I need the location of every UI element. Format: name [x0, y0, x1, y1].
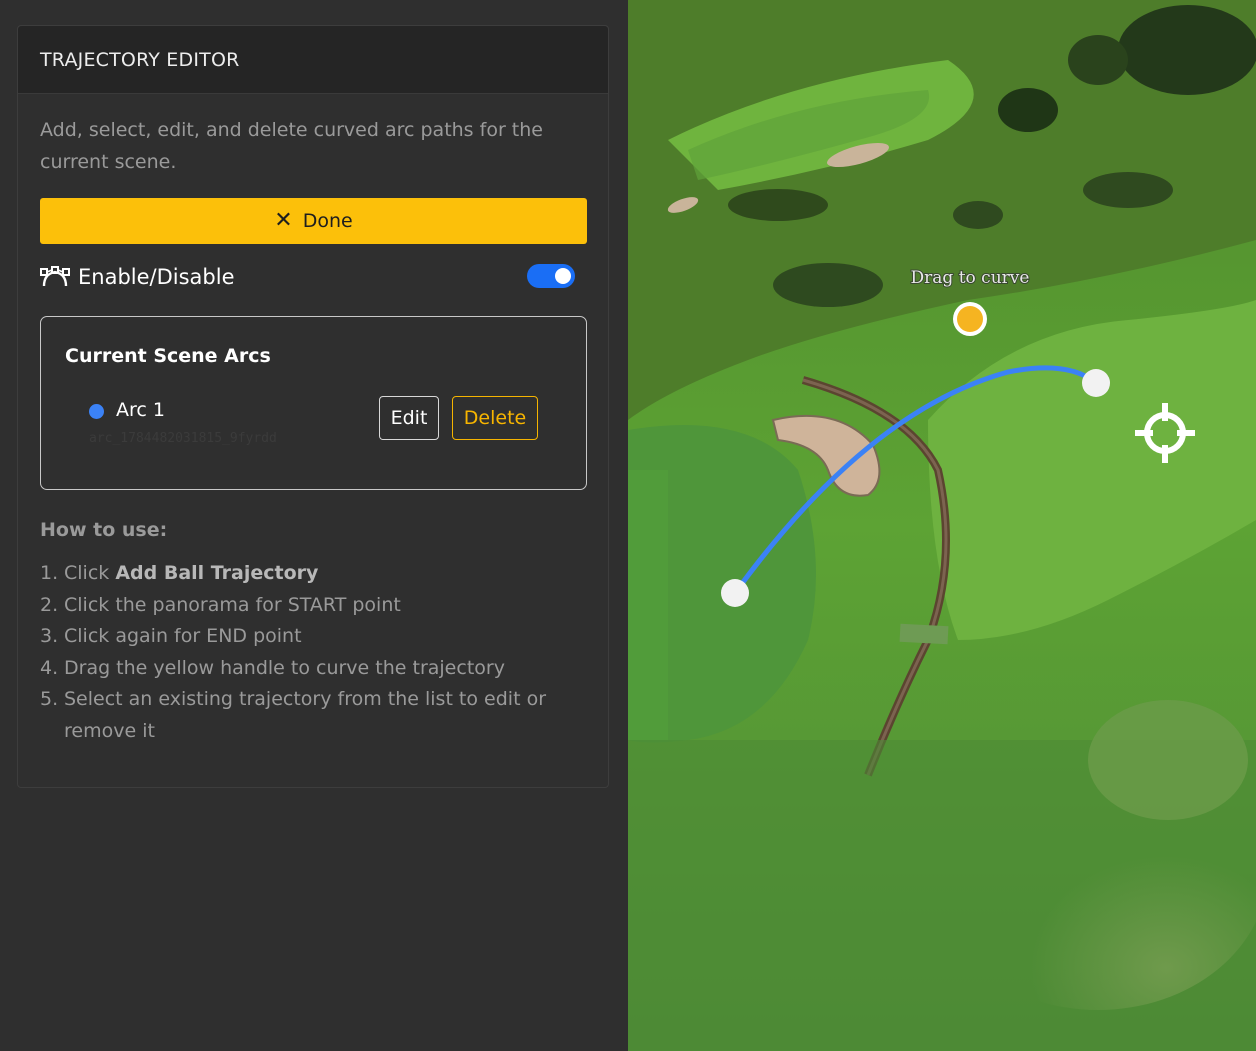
panel-header: TRAJECTORY EDITOR [18, 26, 608, 94]
howto-step: 3. Click again for END point [40, 625, 302, 648]
sidebar: TRAJECTORY EDITOR Add, select, edit, and… [0, 0, 628, 1051]
panorama-viewer[interactable]: Drag to curve [628, 0, 1256, 1051]
golf-course-panorama[interactable]: Drag to curve [628, 0, 1256, 1051]
howto-step: 2. Click the panorama for START point [40, 593, 401, 616]
scene-arcs-card: Current Scene Arcs Arc 1 arc_17844820318… [40, 316, 587, 490]
enable-toggle-row: Enable/Disable [40, 261, 575, 293]
howto-step: 1. Click Add Ball Trajectory [40, 562, 319, 584]
close-icon: ✕ [274, 208, 293, 233]
bezier-curve-icon [40, 266, 70, 287]
enable-toggle-switch[interactable] [527, 264, 575, 288]
toggle-knob [555, 268, 571, 284]
arc-color-dot [89, 404, 104, 419]
end-point-handle[interactable] [1082, 369, 1110, 397]
howto-step: 4. Drag the yellow handle to curve the tr… [40, 656, 505, 679]
drag-to-curve-hint: Drag to curve [911, 268, 1030, 288]
arc-name[interactable]: Arc 1 [116, 399, 165, 421]
arc-id: arc_1784482031815_9fyrdd [89, 431, 277, 446]
howto-step: 5. Select an existing trajectory from the… [40, 688, 547, 742]
edit-arc-button[interactable]: Edit [379, 396, 439, 440]
done-label: Done [302, 210, 353, 232]
done-button[interactable]: ✕ Done [40, 198, 587, 244]
howto-title: How to use: [40, 519, 168, 541]
panel-title: TRAJECTORY EDITOR [40, 48, 240, 71]
delete-arc-button[interactable]: Delete [452, 396, 538, 440]
start-point-handle[interactable] [721, 579, 749, 607]
arcs-title: Current Scene Arcs [65, 345, 271, 367]
toggle-label: Enable/Disable [78, 265, 235, 289]
howto-steps: 1. Click Add Ball Trajectory 2. Click the … [40, 558, 580, 748]
trajectory-editor-panel: TRAJECTORY EDITOR Add, select, edit, and… [17, 25, 609, 788]
panel-description: Add, select, edit, and delete curved arc… [40, 119, 543, 173]
